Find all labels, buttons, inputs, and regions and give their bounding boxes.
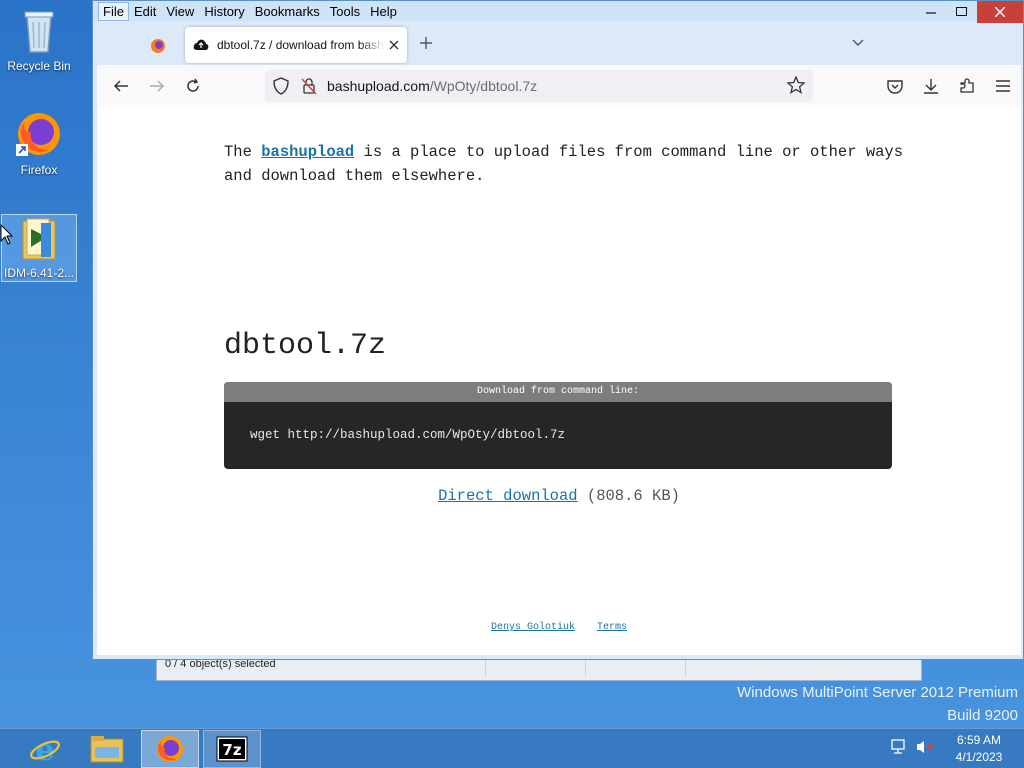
tab-bar: dbtool.7z / download from bashupload [93,25,1023,65]
shortcut-arrow-icon [16,144,28,156]
new-tab-button[interactable] [419,33,433,56]
menu-help[interactable]: Help [366,3,401,20]
file-size: (808.6 KB) [586,487,680,505]
menu-file[interactable]: File [98,1,129,21]
close-icon [389,40,399,49]
url-path: /WpOty/dbtool.7z [429,78,538,94]
bashupload-link[interactable]: bashupload [261,143,354,161]
mouse-cursor-icon [0,224,14,245]
hamburger-menu-icon [996,80,1010,92]
app-menu-button[interactable] [985,70,1021,102]
reload-icon [187,78,199,92]
lock-insecure-icon [301,78,317,95]
direct-download-line: Direct download (808.6 KB) [97,487,1021,505]
svg-text:e: e [35,733,54,765]
minimize-button[interactable] [915,1,947,23]
taskbar: e 7z 6:59 AM 4/1/2023 [0,728,1024,768]
minimize-icon [926,12,936,14]
svg-text:7z: 7z [222,741,241,759]
command-line-box: Download from command line: wget http://… [224,382,892,469]
taskbar-internet-explorer[interactable]: e [16,730,74,768]
file-name-heading: dbtool.7z [224,329,387,363]
downloads-button[interactable] [913,70,949,102]
firefox-icon [151,39,165,53]
tab-active[interactable]: dbtool.7z / download from bashupload [185,27,407,63]
reload-button[interactable] [175,70,211,102]
desktop-icon-label: Recycle Bin [7,59,71,73]
intro-text: The bashupload is a place to upload file… [224,140,904,188]
network-icon [891,738,905,754]
tab-close-button[interactable] [389,37,399,54]
url-host: bashupload.com [327,78,430,94]
menu-tools[interactable]: Tools [326,3,364,20]
close-icon [995,7,1005,17]
clock[interactable]: 6:59 AM 4/1/2023 [944,732,1014,766]
firefox-window[interactable]: File Edit View History Bookmarks Tools H… [92,0,1024,660]
os-watermark: Windows MultiPoint Server 2012 Premium B… [737,684,1018,724]
taskbar-7zip[interactable]: 7z [203,730,261,768]
tab-pinned-firefox[interactable] [143,33,173,59]
menu-edit[interactable]: Edit [130,3,160,20]
seven-zip-icon: 7z [216,736,248,762]
restore-icon [955,7,967,16]
clock-time: 6:59 AM [956,733,1002,747]
desktop-icon-label: IDM-6.41-2... [3,266,75,280]
firefox-icon [157,736,183,762]
recycle-bin-icon [24,11,54,53]
command-box-header: Download from command line: [224,382,892,402]
star-icon [786,74,806,94]
menu-bookmarks[interactable]: Bookmarks [251,3,324,20]
direct-download-link[interactable]: Direct download [438,487,578,505]
url-bar[interactable]: bashupload.com/WpOty/dbtool.7z [265,70,813,102]
back-button[interactable] [103,70,139,102]
toolbar-right-group [877,65,1021,107]
volume-muted-icon [917,740,933,753]
puzzle-icon [960,78,974,93]
watermark-edition: Windows MultiPoint Server 2012 Premium [737,684,1018,701]
cloud-upload-icon [193,39,209,50]
desktop-icon-label: Firefox [20,163,58,177]
clock-date: 4/1/2023 [955,750,1003,764]
bookmark-star-button[interactable] [786,74,806,97]
close-window-button[interactable] [977,1,1023,23]
system-tray: 6:59 AM 4/1/2023 [890,729,1014,768]
intro-pre: The [224,143,262,161]
pocket-button[interactable] [877,70,913,102]
folder-icon [22,218,56,260]
volume-muted-button[interactable] [916,739,934,760]
url-text: bashupload.com/WpOty/dbtool.7z [327,78,537,94]
page-content: The bashupload is a place to upload file… [97,107,1021,655]
menu-view[interactable]: View [162,3,198,20]
file-explorer-icon [90,736,124,763]
network-icon[interactable] [890,738,908,760]
maximize-button[interactable] [945,1,977,23]
navigation-toolbar: bashupload.com/WpOty/dbtool.7z [97,65,1021,107]
extensions-button[interactable] [949,70,985,102]
terms-link[interactable]: Terms [597,622,627,633]
internet-explorer-icon: e [30,733,60,765]
shield-icon [273,77,289,95]
desktop-icon-recycle-bin[interactable]: Recycle Bin [0,6,78,73]
menu-history[interactable]: History [200,3,248,20]
page-footer: Denys Golotiuk Terms [97,622,1021,633]
menu-bar: File Edit View History Bookmarks Tools H… [93,1,1023,21]
watermark-build: Build 9200 [947,707,1018,724]
download-icon [924,79,938,94]
tab-title: dbtool.7z / download from bashupload [217,38,385,52]
pocket-icon [887,79,903,94]
forward-button[interactable] [139,70,175,102]
author-link[interactable]: Denys Golotiuk [491,622,575,633]
taskbar-file-explorer[interactable] [78,730,136,768]
list-all-tabs-button[interactable] [851,35,865,51]
chevron-down-icon [852,39,864,46]
arrow-left-icon [113,80,128,92]
arrow-right-icon [150,80,165,92]
wget-command[interactable]: wget http://bashupload.com/WpOty/dbtool.… [224,402,892,442]
desktop-icon-firefox[interactable]: Firefox [0,110,78,177]
taskbar-firefox[interactable] [141,730,199,768]
plus-icon [420,37,432,49]
